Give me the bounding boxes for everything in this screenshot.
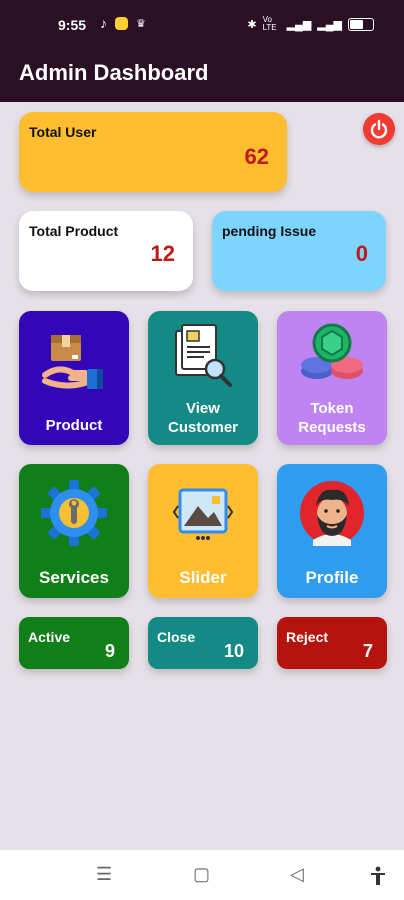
total-user-card[interactable]: Total User 62	[19, 112, 287, 192]
services-tile[interactable]: Services	[19, 464, 129, 598]
token-requests-label-line2: Requests	[298, 419, 366, 436]
battery-fill	[350, 19, 364, 29]
pending-issue-card[interactable]: pending Issue 0	[212, 211, 386, 291]
emoji-icon	[115, 16, 128, 30]
menu-icon[interactable]: ☰	[96, 864, 112, 885]
close-value: 10	[223, 641, 244, 661]
home-icon[interactable]: ▢	[193, 864, 210, 885]
close-stat[interactable]: Close 10	[148, 617, 258, 669]
view-customer-label-line1: View	[186, 400, 220, 417]
token-requests-tile[interactable]: Token Requests	[277, 311, 387, 445]
profile-label: Profile	[305, 568, 359, 587]
app-bar: Admin Dashboard	[0, 48, 404, 102]
active-value: 9	[104, 641, 115, 661]
coin-stack-icon	[301, 323, 363, 379]
page-title: Admin Dashboard	[19, 60, 209, 85]
active-stat[interactable]: Active 9	[19, 617, 129, 669]
battery-icon	[348, 17, 374, 31]
logout-button[interactable]	[363, 113, 395, 145]
status-left-icons: ♪ ♛	[100, 15, 146, 31]
status-right-icons: ✱ Vo LTE ▂▄▆ ▂▄▆	[247, 16, 374, 32]
pending-issue-value: 0	[355, 241, 368, 266]
total-product-card[interactable]: Total Product 12	[19, 211, 193, 291]
total-product-label: Total Product	[29, 223, 119, 239]
product-label: Product	[45, 417, 103, 434]
status-bar: 9:55 ♪ ♛ ✱ Vo LTE ▂▄▆ ▂▄▆	[0, 0, 404, 48]
status-time: 9:55	[58, 17, 87, 33]
signal-icon-2: ▂▄▆	[317, 18, 342, 31]
profile-tile[interactable]: Profile	[277, 464, 387, 598]
accessibility-icon[interactable]	[370, 866, 386, 886]
slider-tile[interactable]: Slider	[148, 464, 258, 598]
document-search-icon	[175, 324, 232, 387]
power-icon	[370, 119, 388, 139]
token-requests-label-line1: Token	[310, 400, 354, 417]
close-label: Close	[157, 629, 196, 645]
view-customer-tile[interactable]: View Customer	[148, 311, 258, 445]
slider-label: Slider	[179, 568, 227, 587]
bluetooth-icon: ✱	[247, 18, 257, 31]
active-label: Active	[28, 629, 71, 645]
total-user-label: Total User	[29, 124, 97, 140]
pending-issue-label: pending Issue	[222, 223, 317, 239]
view-customer-label-line2: Customer	[167, 419, 238, 436]
gear-wrench-icon	[41, 480, 107, 546]
total-user-value: 62	[244, 144, 269, 169]
bearded-avatar-icon	[300, 481, 364, 546]
services-label: Services	[39, 568, 109, 587]
back-icon[interactable]: ◁	[290, 864, 304, 885]
music-note-icon: ♪	[100, 15, 107, 31]
image-slider-icon	[172, 488, 234, 540]
system-nav-bar: ☰ ▢ ◁	[0, 850, 404, 900]
reject-label: Reject	[286, 629, 329, 645]
signal-icon: ▂▄▆	[286, 18, 312, 31]
network-label: Vo LTE	[262, 15, 277, 32]
product-tile[interactable]: Product	[19, 311, 129, 445]
box-in-hand-icon	[42, 335, 103, 389]
reject-value: 7	[362, 641, 373, 661]
crown-icon: ♛	[136, 17, 146, 30]
total-product-value: 12	[150, 241, 175, 266]
reject-stat[interactable]: Reject 7	[277, 617, 387, 669]
